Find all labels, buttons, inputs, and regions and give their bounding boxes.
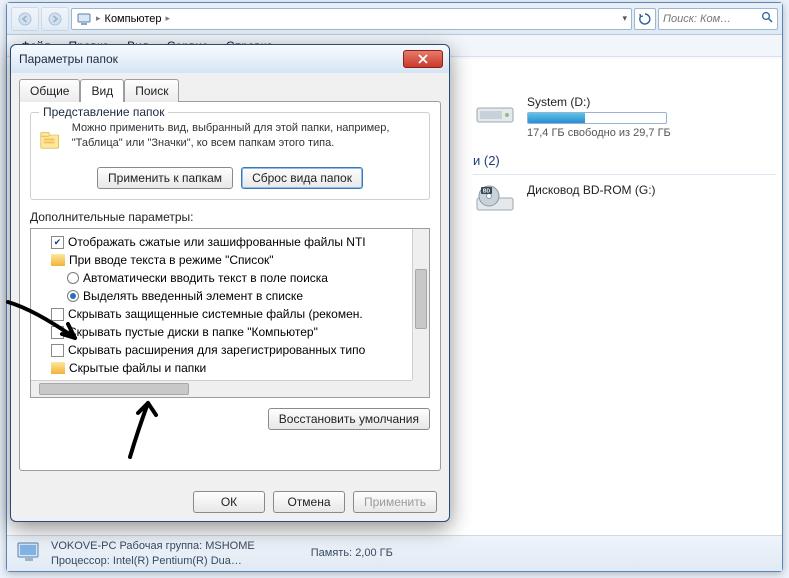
drive-item[interactable]: BD Дисковод BD-ROM (G:): [473, 183, 776, 219]
search-icon: [761, 11, 773, 26]
status-bar: VOKOVE-PC Рабочая группа: MSHOME Процесс…: [7, 535, 782, 571]
status-host: VOKOVE-PC Рабочая группа: MSHOME: [51, 539, 255, 553]
breadcrumb-sep-icon: ▸: [96, 13, 101, 24]
address-bar[interactable]: ▸ Компьютер ▸ ▾: [71, 8, 632, 30]
horizontal-scrollbar[interactable]: [31, 380, 412, 397]
tab-general[interactable]: Общие: [19, 79, 80, 102]
advanced-settings-label: Дополнительные параметры:: [30, 210, 430, 224]
option-list-typing: При вводе текста в режиме "Список": [35, 251, 425, 269]
option-hide-empty[interactable]: Скрывать пустые диски в папке "Компьютер…: [35, 323, 425, 341]
radio-icon[interactable]: [67, 272, 79, 284]
drive-name: System (D:): [527, 95, 671, 109]
status-cpu-label: Процессор:: [51, 555, 110, 567]
close-icon: [417, 54, 429, 64]
folder-icon: [51, 362, 65, 374]
group-title: Представление папок: [39, 105, 168, 119]
drives-pane: System (D:) 17,4 ГБ свободно из 29,7 ГБ …: [467, 59, 782, 535]
search-input[interactable]: Поиск: Ком…: [658, 8, 778, 30]
option-auto-search[interactable]: Автоматически вводить текст в поле поиск…: [35, 269, 425, 287]
checkbox-icon[interactable]: [51, 236, 64, 249]
restore-defaults-button[interactable]: Восстановить умолчания: [268, 408, 430, 430]
reset-folders-button[interactable]: Сброс вида папок: [241, 167, 363, 189]
group-header: и (2): [473, 153, 776, 168]
breadcrumb-sep-icon: ▸: [165, 13, 170, 24]
computer-icon: [76, 11, 92, 27]
hdd-icon: [473, 95, 517, 131]
computer-icon: [15, 540, 43, 567]
status-cpu-value: Intel(R) Pentium(R) Dua…: [113, 555, 242, 567]
dropdown-icon[interactable]: ▾: [622, 13, 627, 24]
radio-icon[interactable]: [67, 290, 79, 302]
close-button[interactable]: [403, 50, 443, 68]
advanced-settings-tree: Отображать сжатые или зашифрованные файл…: [30, 228, 430, 398]
nav-bar: ▸ Компьютер ▸ ▾ Поиск: Ком…: [7, 3, 782, 35]
dialog-titlebar[interactable]: Параметры папок: [11, 45, 449, 73]
folder-options-dialog: Параметры папок Общие Вид Поиск Представ…: [10, 44, 450, 522]
tab-view[interactable]: Вид: [80, 79, 124, 102]
option-compressed[interactable]: Отображать сжатые или зашифрованные файл…: [35, 233, 425, 251]
folder-large-icon: [39, 121, 62, 159]
vertical-scrollbar[interactable]: [412, 229, 429, 380]
folder-view-description: Можно применить вид, выбранный для этой …: [72, 121, 421, 159]
ok-button[interactable]: ОК: [193, 491, 265, 513]
forward-button[interactable]: [41, 7, 69, 31]
tab-search[interactable]: Поиск: [124, 79, 179, 102]
free-space-label: 17,4 ГБ свободно из 29,7 ГБ: [527, 127, 671, 139]
back-button[interactable]: [11, 7, 39, 31]
drive-name: Дисковод BD-ROM (G:): [527, 183, 656, 197]
folder-view-group: Представление папок Можно применить вид,…: [30, 112, 430, 200]
checkbox-icon[interactable]: [51, 308, 64, 321]
dialog-title: Параметры папок: [17, 52, 403, 66]
breadcrumb-item[interactable]: Компьютер: [105, 13, 162, 25]
search-placeholder: Поиск: Ком…: [663, 13, 731, 25]
status-mem-value: 2,00 ГБ: [355, 547, 393, 559]
tab-body-view: Представление папок Можно применить вид,…: [19, 101, 441, 471]
bdrom-icon: BD: [473, 183, 517, 219]
checkbox-icon[interactable]: [51, 326, 64, 339]
checkbox-icon[interactable]: [51, 344, 64, 357]
option-hide-ext[interactable]: Скрывать расширения для зарегистрированн…: [35, 341, 425, 359]
apply-button[interactable]: Применить: [353, 491, 437, 513]
cancel-button[interactable]: Отмена: [273, 491, 345, 513]
tabs: Общие Вид Поиск: [11, 73, 449, 101]
refresh-button[interactable]: [634, 8, 656, 30]
folder-icon: [51, 254, 65, 266]
option-hide-protected[interactable]: Скрывать защищенные системные файлы (рек…: [35, 305, 425, 323]
drive-item[interactable]: System (D:) 17,4 ГБ свободно из 29,7 ГБ: [473, 95, 776, 139]
option-highlight[interactable]: Выделять введенный элемент в списке: [35, 287, 425, 305]
apply-to-folders-button[interactable]: Применить к папкам: [97, 167, 233, 189]
status-mem-label: Память:: [311, 547, 352, 559]
storage-bar: [527, 112, 667, 124]
svg-text:BD: BD: [483, 189, 491, 195]
option-hidden-folder: Скрытые файлы и папки: [35, 359, 425, 377]
